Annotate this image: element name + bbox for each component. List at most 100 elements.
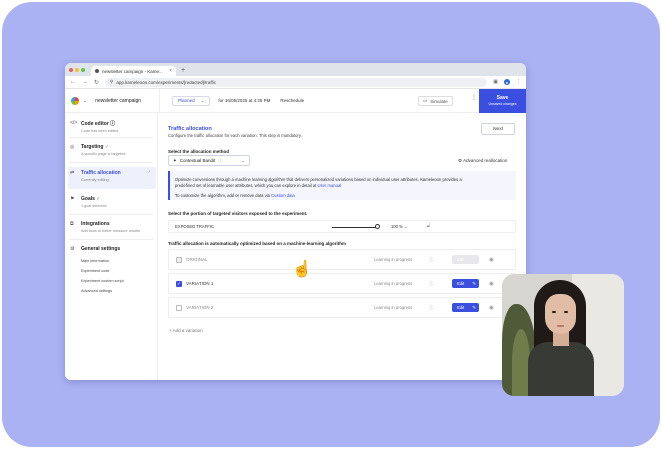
close-tab-icon[interactable]: × — [169, 68, 172, 74]
variation-name: VARIATION 1 — [186, 281, 214, 286]
pencil-icon: ✎ — [472, 280, 476, 286]
forward-icon[interactable]: → — [82, 79, 88, 85]
gear-icon: ⚙ — [70, 246, 75, 252]
page-title: Traffic allocation — [168, 126, 212, 132]
add-variation-link[interactable]: + Add a variation — [169, 328, 203, 333]
edit-button: Edit — [452, 255, 479, 264]
advanced-reallocation-label: Advanced reallocation — [463, 158, 508, 163]
auto-allocation-label: Traffic allocation is automatically opti… — [168, 241, 347, 246]
learning-status: Learning in progress — [374, 305, 413, 310]
eye-icon[interactable]: ◉ — [489, 305, 494, 311]
sidebar-item-targeting[interactable]: ◎ Targeting ✓ A specific page is targete… — [68, 144, 156, 156]
chevron-down-icon: ⌄ — [404, 224, 408, 229]
method-value: Contextual Bandit — [179, 158, 216, 163]
info-text-line3: To customize the algorithm, add or remov… — [175, 193, 272, 198]
settings-link-custom-script[interactable]: Experiment custom script — [81, 279, 124, 283]
sidebar-item-status: Currently editing — [81, 178, 109, 182]
main-content: Traffic allocation Configure the traffic… — [168, 113, 523, 380]
presenter-body — [528, 342, 594, 396]
advanced-reallocation-link[interactable]: ⚙ Advanced reallocation — [458, 158, 507, 164]
sidebar-item-goals[interactable]: ⚑ Goals ✓ 1 goal selected — [68, 196, 156, 208]
eye-icon[interactable]: ◉ — [489, 281, 494, 287]
info-icon: ⓘ — [110, 121, 116, 127]
goal-icon: ⚑ — [70, 196, 75, 202]
kameleoon-logo[interactable] — [71, 96, 79, 105]
variation-checkbox[interactable] — [176, 304, 182, 311]
more-options-icon[interactable]: ⋮ — [471, 94, 477, 101]
code-icon: </> — [70, 120, 78, 126]
back-icon[interactable]: ← — [70, 79, 76, 85]
info-icon: ⓘ — [429, 256, 434, 262]
edit-label: Edit — [457, 305, 465, 310]
sidebar-general-settings[interactable]: ⚙ General settings — [68, 246, 156, 252]
sidebar-item-traffic-allocation[interactable]: ⇄ Traffic allocation Currently editing › — [68, 167, 156, 189]
exposure-slider-track[interactable] — [332, 227, 377, 228]
url-field[interactable]: ⚲ app.kameleoon.com/experiments/[redacte… — [105, 77, 488, 87]
maximize-window-dot[interactable] — [81, 67, 85, 72]
campaign-name[interactable]: newsletter campaign — [95, 98, 141, 104]
save-button[interactable]: Save Unsaved changes — [479, 89, 526, 113]
sidebar-item-status: 1 goal selected — [81, 204, 107, 208]
exposure-slider-handle[interactable] — [375, 224, 380, 229]
reschedule-link[interactable]: Reschedule — [280, 98, 304, 103]
info-text-line2: predefined set of learnable user attribu… — [175, 182, 318, 188]
tab-title: newsletter campaign - Kame... — [102, 68, 163, 74]
settings-link-advanced[interactable]: Advanced settings — [81, 289, 112, 293]
sidebar-item-label: Integrations — [81, 221, 110, 227]
sidebar-item-label: Code editor — [81, 121, 109, 127]
extensions-icon[interactable]: ▣ — [493, 79, 498, 85]
browser-tab[interactable]: newsletter campaign - Kame... × — [91, 66, 176, 76]
status-dropdown[interactable]: Planned ⌄ — [172, 95, 211, 106]
url-text: app.kameleoon.com/experiments/[redacted]… — [116, 79, 217, 85]
exposure-value-field[interactable]: 100 % ⌄ — [391, 224, 408, 229]
favicon-icon — [95, 69, 99, 73]
check-icon: ✓ — [96, 196, 101, 202]
gear-icon: ⚙ — [458, 158, 463, 163]
simulate-button[interactable]: ▭ Simulate — [418, 96, 453, 106]
sidebar-item-status: A specific page is targeted — [81, 152, 126, 156]
pencil-icon: ✎ — [472, 304, 476, 310]
edit-button[interactable]: Edit ✎ — [452, 279, 479, 288]
menu-dots-icon[interactable]: ⋮ — [516, 79, 521, 85]
next-button[interactable]: Next — [481, 123, 515, 135]
presenter-eye — [552, 311, 556, 313]
variation-name: VARIATION 2 — [186, 305, 214, 310]
info-icon: ⓘ — [429, 304, 434, 310]
profile-avatar[interactable]: ● — [504, 79, 510, 85]
sidebar-item-label: Targeting — [81, 144, 104, 150]
learning-status: Learning in progress — [374, 281, 413, 286]
presenter-eye — [564, 311, 568, 313]
exposed-traffic-row: EXPOSED TRAFFIC 100 % ⌄ 🔓︎ — [168, 220, 516, 233]
divider — [69, 239, 153, 240]
user-manual-link[interactable]: User manual — [317, 183, 341, 188]
simulate-label: Simulate — [430, 98, 448, 104]
eye-icon[interactable]: ◉ — [489, 257, 494, 263]
settings-link-experiment-code[interactable]: Experiment code — [81, 269, 110, 273]
chevron-down-icon[interactable]: ⌄ — [83, 98, 87, 104]
presenter-mouth — [557, 325, 564, 327]
presenter-face — [545, 294, 576, 334]
browser-window: newsletter campaign - Kame... × + ← → ↻ … — [65, 63, 526, 380]
settings-link-main-information[interactable]: Main information — [81, 259, 109, 263]
reload-icon[interactable]: ↻ — [94, 79, 99, 86]
close-window-dot[interactable] — [69, 67, 73, 72]
allocation-method-select[interactable]: ✦ Contextual Bandit ⓘ ⌄ — [168, 155, 250, 166]
window-controls — [69, 63, 85, 76]
variation-row-original: ORIGINAL Learning in progress ⓘ Edit ◉ — [168, 249, 516, 270]
custom-data-link[interactable]: Custom data — [271, 193, 295, 198]
sidebar-item-integrations[interactable]: ⧉ Integrations Add tools to better measu… — [68, 221, 156, 233]
sidebar-item-label: Traffic allocation — [81, 170, 121, 176]
general-settings-label: General settings — [81, 246, 121, 252]
edit-button[interactable]: Edit ✎ — [452, 303, 479, 312]
new-tab-button[interactable]: + — [181, 66, 185, 76]
info-icon: ⓘ — [218, 157, 223, 163]
sidebar-item-code-editor[interactable]: </> Code editor ⓘ Code has been edited — [68, 120, 156, 133]
site-info-icon[interactable]: ⚲ — [110, 79, 113, 85]
variation-row-1: ✓ VARIATION 1 Learning in progress ⓘ Edi… — [168, 273, 516, 294]
simulate-icon: ▭ — [423, 98, 428, 103]
info-icon: ⓘ — [429, 280, 434, 286]
variation-checkbox[interactable]: ✓ — [176, 280, 182, 287]
presenter-video — [502, 274, 624, 396]
minimize-window-dot[interactable] — [75, 67, 79, 72]
lock-icon[interactable]: 🔓︎ — [427, 223, 430, 229]
